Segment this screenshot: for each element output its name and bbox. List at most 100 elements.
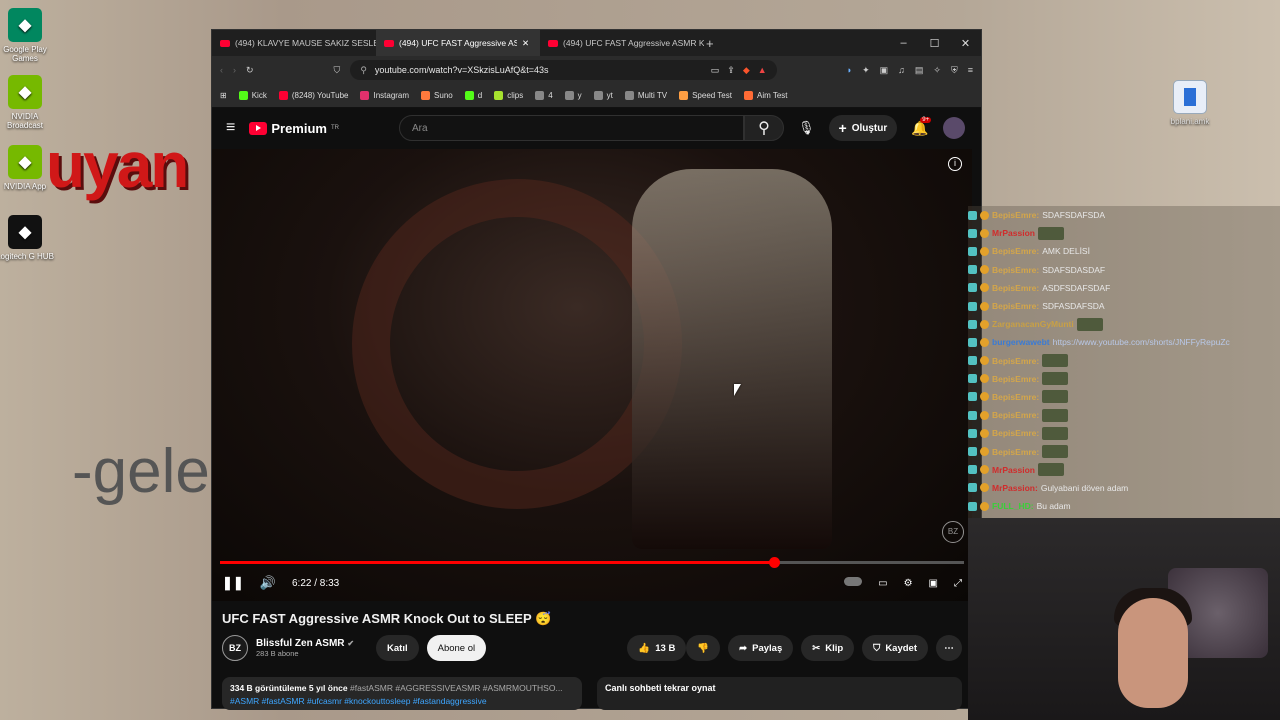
share-button[interactable]: ➦ Paylaş xyxy=(728,635,794,661)
menu-icon[interactable]: ≡ xyxy=(968,65,973,75)
bookmark-favicon-icon xyxy=(238,91,248,100)
youtube-logo[interactable]: Premium TR xyxy=(249,121,339,136)
fullscreen-icon[interactable]: ⤢ xyxy=(954,578,962,589)
progress-bar[interactable] xyxy=(220,557,964,568)
apps-grid-icon[interactable]: ⊞ xyxy=(220,91,227,100)
pause-icon[interactable]: ❚❚ xyxy=(222,575,244,591)
save-button[interactable]: ⛉ Kaydet xyxy=(862,635,928,661)
search-input[interactable]: Ara xyxy=(398,115,744,141)
desktop-file-bplani[interactable]: bplani.amk xyxy=(1160,80,1220,126)
logitech-g-icon: ◆ xyxy=(8,215,42,249)
chat-badge-icon xyxy=(980,501,989,511)
dislike-button[interactable]: 👎 xyxy=(686,635,721,661)
chat-badge-icon xyxy=(980,246,989,256)
settings-icon[interactable]: ⚙ xyxy=(904,578,913,589)
bookmark-item[interactable]: d xyxy=(464,91,482,100)
desktop-icon-1[interactable]: ◆ NVIDIA Broadcast xyxy=(0,75,55,130)
chat-message: BepisEmre: xyxy=(968,370,1280,388)
live-chat-replay[interactable]: Canlı sohbeti tekrar oynat xyxy=(597,677,962,710)
wallet-icon[interactable]: ▤ xyxy=(915,65,924,76)
bookmark-item[interactable]: clips xyxy=(494,91,523,100)
channel-name[interactable]: Blissful Zen ASMR xyxy=(256,638,345,649)
close-icon[interactable]: ✕ xyxy=(522,38,529,49)
tab-ufc-2[interactable]: (494) UFC FAST Aggressive ASMR Kno... xyxy=(540,30,704,56)
cast-icon[interactable]: ▭ xyxy=(711,65,720,76)
puzzle-icon[interactable]: ✦ xyxy=(862,65,870,76)
channel-watermark-icon[interactable]: BZ xyxy=(942,521,964,543)
vpn-icon[interactable]: ⛨ xyxy=(951,65,958,76)
subscribe-button[interactable]: Abone ol xyxy=(426,635,487,661)
desktop-icon-3[interactable]: ◆ Logitech G HUB xyxy=(0,215,55,261)
info-icon[interactable]: i xyxy=(948,157,962,171)
chat-badge-icon xyxy=(980,483,989,493)
bookmark-item[interactable]: Multi TV xyxy=(624,91,667,100)
account-avatar[interactable] xyxy=(942,117,965,139)
reload-icon[interactable]: ↻ xyxy=(246,65,254,76)
join-button[interactable]: Katıl xyxy=(376,635,419,661)
progress-fill xyxy=(220,561,775,564)
channel-avatar[interactable]: BZ xyxy=(222,635,248,661)
desktop-icon-0[interactable]: ◆ Google Play Games xyxy=(0,8,55,63)
mouse-cursor xyxy=(734,384,741,396)
back-icon[interactable]: ‹ xyxy=(220,65,223,75)
bookmark-favicon-icon xyxy=(593,91,603,100)
new-tab-icon[interactable]: + xyxy=(706,36,714,51)
brave-shield-icon[interactable]: ◆ xyxy=(743,65,750,76)
bookmark-favicon-icon xyxy=(624,91,634,100)
chat-text: AMK DELİSİ xyxy=(1042,246,1090,257)
microphone-icon[interactable]: 🎙 xyxy=(798,120,815,136)
chat-badge-icon xyxy=(980,392,989,402)
search-button[interactable]: ⚲ xyxy=(743,115,784,141)
bookmark-item[interactable]: yt xyxy=(593,91,613,100)
desktop-icon-label: NVIDIA App xyxy=(3,182,47,191)
like-button[interactable]: 👍 13 B xyxy=(627,635,687,661)
tab-klavye[interactable]: (494) KLAVYE MAUSE SAKIZ SESLERİ xyxy=(212,30,376,56)
close-window-icon[interactable]: ✕ xyxy=(950,37,981,50)
bookmark-icon[interactable]: ⛉ xyxy=(334,65,341,76)
share-icon[interactable]: ⇪ xyxy=(727,65,735,76)
minimize-icon[interactable]: – xyxy=(888,37,919,50)
autoplay-toggle[interactable] xyxy=(844,577,863,589)
create-button[interactable]: + Oluştur xyxy=(828,115,898,141)
tab-title: (494) KLAVYE MAUSE SAKIZ SESLERİ xyxy=(235,38,376,48)
channel-info: Blissful Zen ASMR ✔ 283 B abone xyxy=(256,638,354,658)
chat-message: FULL_HD: Bu adam xyxy=(968,497,1280,515)
subscriber-badge-icon xyxy=(968,501,977,511)
scissors-icon: ✂ xyxy=(812,642,821,654)
chat-badge-icon xyxy=(980,465,989,475)
bookmark-item[interactable]: Aim Test xyxy=(743,91,788,100)
forward-icon[interactable]: › xyxy=(233,65,236,75)
maximize-icon[interactable]: ☐ xyxy=(919,37,950,50)
miniplayer-icon[interactable]: ▣ xyxy=(929,578,938,589)
music-icon[interactable]: ♫ xyxy=(898,65,905,75)
tab-ufc-active[interactable]: (494) UFC FAST Aggressive ASMR Kno... ✕ xyxy=(376,30,540,56)
description-box[interactable]: 334 B görüntüleme 5 yıl önce #fastASMR #… xyxy=(222,677,582,710)
bookmark-item[interactable]: Speed Test xyxy=(679,91,732,100)
bookmark-item[interactable]: 4 xyxy=(535,91,553,100)
tab-title: (494) UFC FAST Aggressive ASMR Kno... xyxy=(563,38,704,48)
video-player[interactable]: i BZ ❚❚ 🔊 6:22 / 8:33 ▭ ⚙ ▣ ⤢ xyxy=(212,149,972,601)
more-button[interactable]: ⋯ xyxy=(936,635,962,661)
bookmark-favicon-icon xyxy=(360,91,370,100)
clip-button[interactable]: ✂ Klip xyxy=(801,635,855,661)
sidebar-icon[interactable]: ▣ xyxy=(880,65,889,76)
chat-message: BepisEmre: xyxy=(968,406,1280,424)
bookmark-item[interactable]: Instagram xyxy=(360,91,409,100)
hashtags[interactable]: #ASMR #fastASMR #ufcasmr #knockouttoslee… xyxy=(230,695,574,708)
brave-rewards-icon[interactable]: ▲ xyxy=(758,65,767,75)
bookmark-favicon-icon xyxy=(679,91,689,100)
notifications-button[interactable]: 🔔 9+ xyxy=(911,116,932,137)
bookmark-item[interactable]: y xyxy=(564,91,582,100)
leo-icon[interactable]: ✧ xyxy=(933,65,941,76)
bookmark-item[interactable]: Kick xyxy=(238,91,267,100)
extension-icon[interactable]: ◗ xyxy=(847,65,852,75)
bookmark-item[interactable]: (8248) YouTube xyxy=(278,91,348,100)
bookmark-item[interactable]: Suno xyxy=(421,91,453,100)
subtitles-icon[interactable]: ▭ xyxy=(878,578,887,589)
url-field[interactable]: ⚲ youtube.com/watch?v=XSkzisLuAfQ&t=43s … xyxy=(350,60,777,80)
progress-scrubber[interactable] xyxy=(769,557,781,568)
hamburger-icon[interactable]: ≡ xyxy=(226,119,235,137)
create-label: Oluştur xyxy=(851,122,888,134)
save-label: Kaydet xyxy=(885,642,917,654)
volume-icon[interactable]: 🔊 xyxy=(260,575,276,591)
